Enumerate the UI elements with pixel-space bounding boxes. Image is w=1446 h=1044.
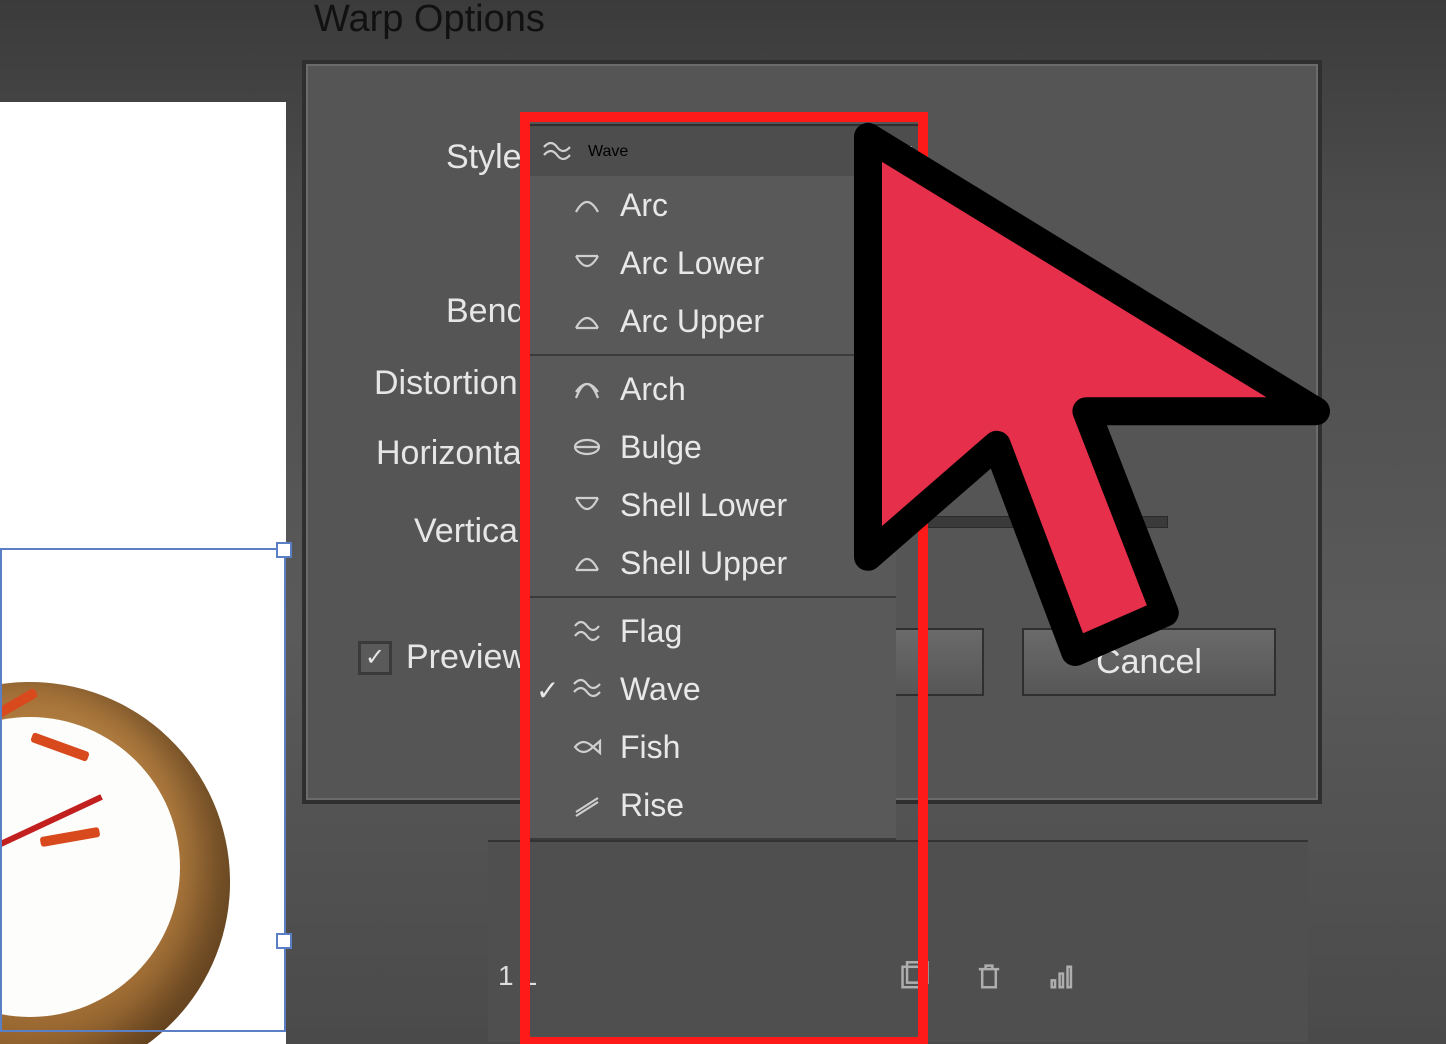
selection-bounding-box[interactable]: [0, 548, 286, 1032]
status-icons: [898, 960, 1080, 994]
vertical-slider[interactable]: [866, 516, 1168, 528]
style-option-flag[interactable]: Flag: [528, 602, 896, 660]
bottom-panel: [488, 840, 1308, 1042]
style-option-label: Rise: [620, 787, 684, 824]
menu-separator: [528, 354, 896, 356]
style-option-arch[interactable]: Arch: [528, 360, 896, 418]
truncated-text: cy: [1040, 450, 1070, 484]
selection-handle[interactable]: [276, 542, 292, 558]
label-vertical: Vertical:: [414, 512, 535, 551]
style-option-arc-lower[interactable]: Arc Lower: [528, 234, 896, 292]
bulge-icon: [572, 432, 602, 462]
arc-upper-icon: [572, 306, 602, 336]
vertical-slider-thumb[interactable]: [1001, 494, 1029, 516]
style-dropdown-value: Wave: [588, 143, 628, 161]
style-option-label: Bulge: [620, 429, 702, 466]
style-option-shell-upper[interactable]: Shell Upper: [528, 534, 896, 592]
style-option-label: Flag: [620, 613, 682, 650]
status-layers: 1 L: [498, 960, 537, 992]
preview-label: Preview: [406, 638, 527, 677]
style-option-label: Arc: [620, 187, 668, 224]
new-layer-icon[interactable]: [898, 960, 932, 994]
document-canvas[interactable]: [0, 102, 286, 1044]
label-style: Style:: [446, 138, 531, 177]
selection-handle[interactable]: [276, 933, 292, 949]
label-horizontal: Horizontal:: [376, 434, 539, 473]
style-option-fish[interactable]: Fish: [528, 718, 896, 776]
style-option-shell-lower[interactable]: Shell Lower: [528, 476, 896, 534]
wave-icon: [542, 137, 572, 167]
bend-slider-thumb[interactable]: [996, 278, 1024, 300]
preview-checkbox[interactable]: ✓: [358, 641, 392, 675]
fish-icon: [572, 732, 602, 762]
bend-slider[interactable]: [866, 300, 1148, 312]
style-dropdown[interactable]: Wave: [528, 124, 924, 180]
style-option-arc[interactable]: Arc: [528, 176, 896, 234]
flag-icon: [572, 616, 602, 646]
cancel-button-label: Cancel: [1096, 643, 1202, 682]
style-option-label: Arch: [620, 371, 686, 408]
system-cursor-icon: [872, 150, 896, 184]
rise-icon: [572, 790, 602, 820]
bars-icon[interactable]: [1046, 960, 1080, 994]
shell-lower-icon: [572, 490, 602, 520]
style-option-label: Arc Lower: [620, 245, 764, 282]
dialog-title: Warp Options: [314, 0, 545, 41]
style-option-label: Wave: [620, 671, 701, 708]
arc-lower-icon: [572, 248, 602, 278]
style-option-arc-upper[interactable]: Arc Upper: [528, 292, 896, 350]
style-option-label: Fish: [620, 729, 680, 766]
shell-upper-icon: [572, 548, 602, 578]
style-option-wave[interactable]: ✓ Wave: [528, 660, 896, 718]
cancel-button[interactable]: Cancel: [1022, 628, 1276, 696]
label-distortion: Distortion: [374, 364, 518, 403]
style-option-bulge[interactable]: Bulge: [528, 418, 896, 476]
arch-icon: [572, 374, 602, 404]
wave-icon: [572, 674, 602, 704]
style-option-label: Shell Lower: [620, 487, 787, 524]
style-option-label: Arc Upper: [620, 303, 764, 340]
style-option-rise[interactable]: Rise: [528, 776, 896, 834]
warp-options-dialog: Warp Options Style: Bend: Distortion Hor…: [302, 60, 1322, 804]
arc-icon: [572, 190, 602, 220]
label-bend: Bend:: [446, 292, 535, 331]
checkmark-icon: ✓: [536, 674, 559, 707]
style-option-label: Shell Upper: [620, 545, 787, 582]
trash-icon[interactable]: [972, 960, 1006, 994]
menu-separator: [528, 596, 896, 598]
app-stage: Warp Options Style: Bend: Distortion Hor…: [0, 0, 1446, 1044]
